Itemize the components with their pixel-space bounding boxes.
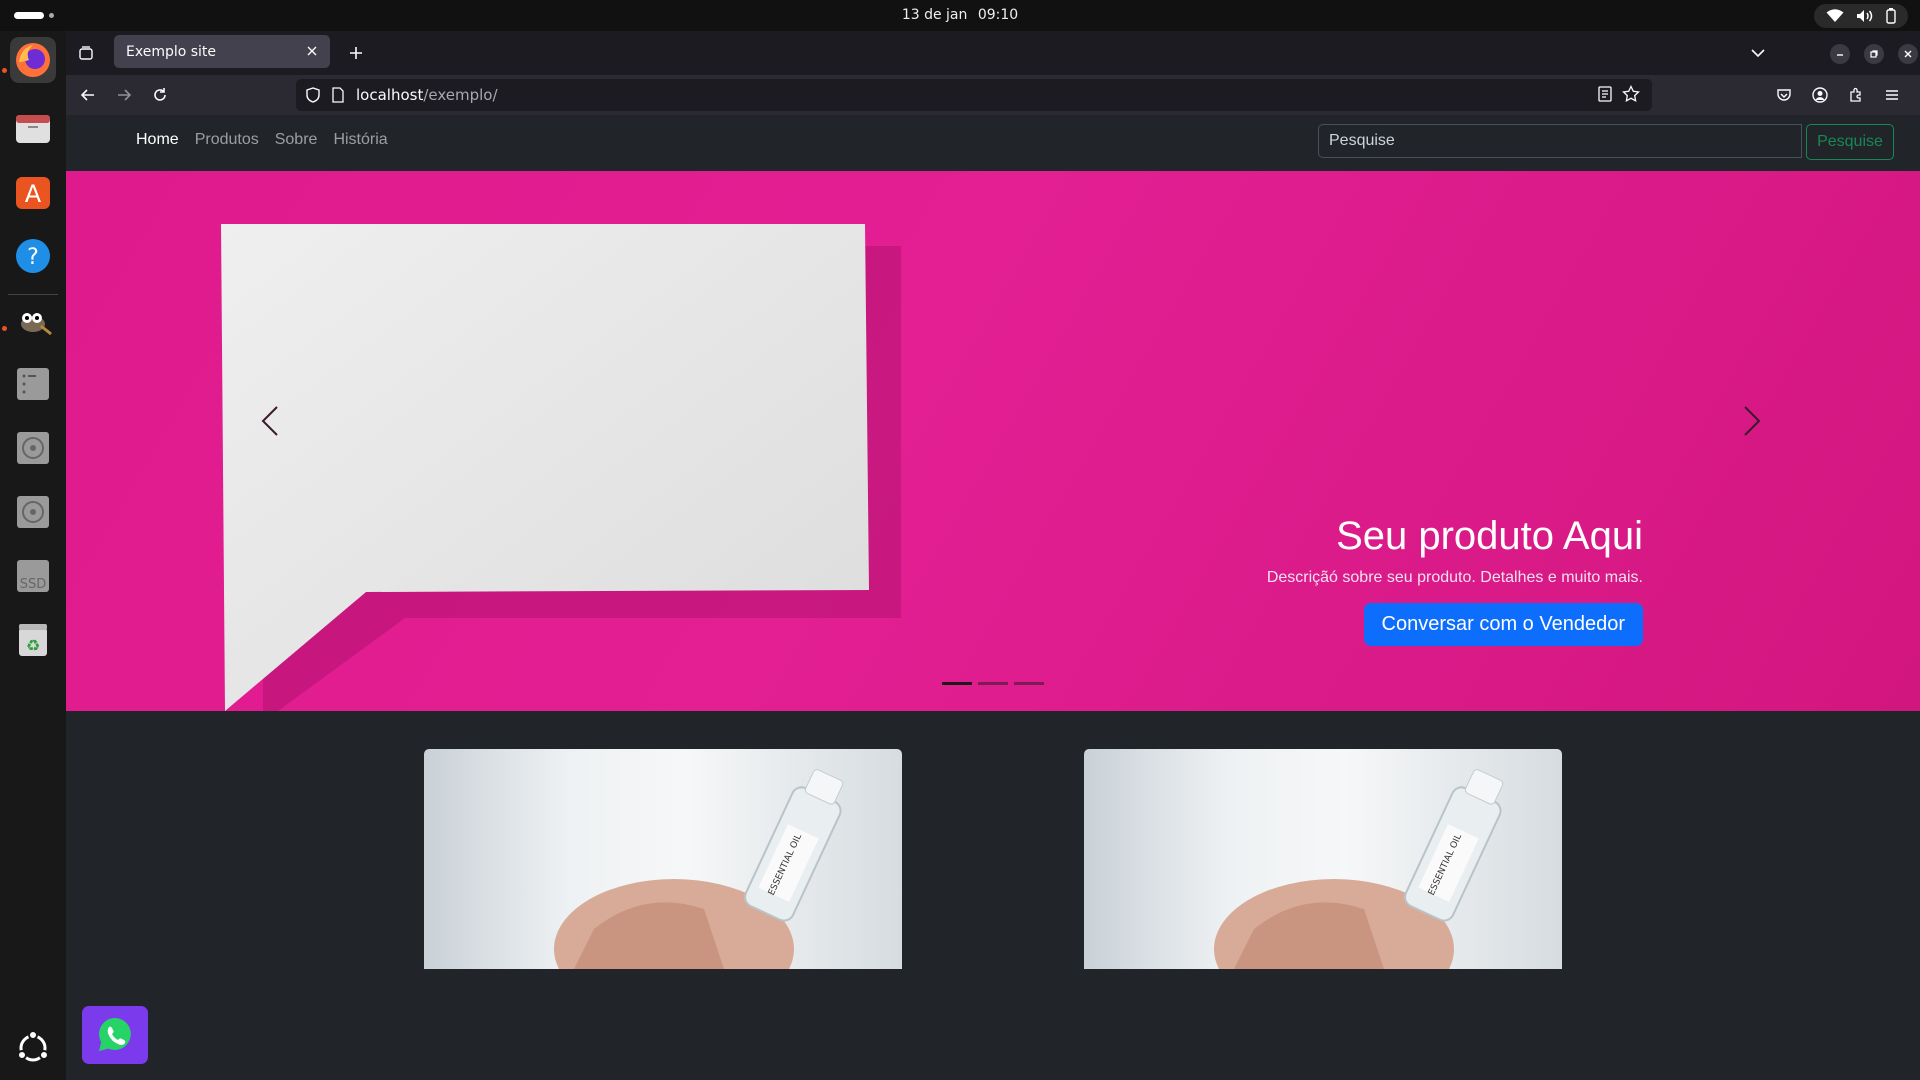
navigation-toolbar: localhost/exemplo/ <box>66 75 1920 115</box>
hero-carousel: Seu produto Aqui Descriçãó sobre seu pro… <box>66 171 1920 711</box>
wifi-icon <box>1826 9 1844 22</box>
files-icon[interactable] <box>10 105 56 151</box>
shield-icon[interactable] <box>306 87 320 103</box>
back-icon[interactable] <box>76 83 100 107</box>
help-icon[interactable]: ? <box>10 233 56 279</box>
svg-text:A: A <box>25 180 42 208</box>
reader-view-icon[interactable] <box>1598 86 1612 102</box>
whatsapp-button[interactable] <box>82 1006 148 1064</box>
web-page: Home Produtos Sobre História Pesquise Pe… <box>66 115 1920 1080</box>
menu-icon[interactable] <box>1880 83 1904 107</box>
reload-icon[interactable] <box>148 83 172 107</box>
chevron-down-icon[interactable] <box>1746 41 1770 65</box>
tab-exemplo-site[interactable]: Exemplo site <box>114 35 330 68</box>
carousel-next-icon[interactable] <box>1732 391 1772 451</box>
nav-link-sobre[interactable]: Sobre <box>275 131 318 149</box>
whatsapp-icon <box>99 1018 131 1051</box>
cd-drive-icon[interactable] <box>10 489 56 535</box>
page-icon <box>332 87 344 103</box>
carousel-prev-icon[interactable] <box>250 391 290 451</box>
svg-text:?: ? <box>27 245 39 270</box>
dock-separator <box>8 294 58 295</box>
running-indicator <box>2 326 7 331</box>
nav-link-produtos[interactable]: Produtos <box>195 131 259 149</box>
site-navbar: Home Produtos Sobre História Pesquise <box>66 115 1920 171</box>
battery-icon <box>1886 8 1896 24</box>
pocket-icon[interactable] <box>1772 83 1796 107</box>
search-button[interactable]: Pesquise <box>1806 124 1894 160</box>
product-card-image[interactable]: ESSENTIAL OIL <box>424 749 902 969</box>
url-path: /exemplo/ <box>423 86 498 104</box>
browser-window: Exemplo site localhost/exemplo/ Home Pro… <box>66 31 1920 1080</box>
close-window-icon[interactable] <box>1898 44 1918 64</box>
carousel-caption: Seu produto Aqui Descriçãó sobre seu pro… <box>1267 514 1643 646</box>
essential-oil-photo: ESSENTIAL OIL <box>554 769 844 969</box>
extensions-icon[interactable] <box>1844 83 1868 107</box>
carousel-indicator-1[interactable] <box>942 682 972 685</box>
date-label: 13 de jan <box>901 7 968 23</box>
volume-icon <box>1857 10 1873 22</box>
restore-icon[interactable] <box>1864 44 1884 64</box>
carousel-title: Seu produto Aqui <box>1336 514 1643 558</box>
new-tab-icon[interactable] <box>344 41 368 65</box>
product-card-image[interactable]: ESSENTIAL OIL <box>1084 749 1562 969</box>
contact-seller-button[interactable]: Conversar com o Vendedor <box>1363 603 1643 646</box>
tab-bar: Exemplo site <box>66 31 1920 75</box>
url-host: localhost <box>356 86 424 104</box>
search-input[interactable] <box>1318 124 1802 158</box>
essential-oil-photo: ESSENTIAL OIL <box>1214 769 1504 969</box>
time-label: 09:10 <box>977 7 1019 23</box>
tab-list-icon[interactable] <box>74 41 98 65</box>
show-apps-icon[interactable] <box>10 1025 56 1071</box>
clock[interactable]: 13 de jan 09:10 <box>0 7 1920 23</box>
account-icon[interactable] <box>1808 83 1832 107</box>
tab-title: Exemplo site <box>126 44 217 60</box>
nav-link-historia[interactable]: História <box>333 131 387 149</box>
svg-text:♻: ♻ <box>26 636 40 655</box>
nav-link-home[interactable]: Home <box>136 131 179 149</box>
running-indicator <box>2 68 7 73</box>
system-top-bar: 13 de jan 09:10 <box>0 0 1920 31</box>
disk-icon[interactable] <box>10 361 56 407</box>
gimp-icon[interactable] <box>10 297 56 343</box>
carousel-description: Descriçãó sobre seu produto. Detalhes e … <box>1266 569 1643 586</box>
speech-bubble-image <box>221 224 901 711</box>
app-center-icon[interactable]: A <box>10 169 56 215</box>
system-tray[interactable] <box>1814 4 1908 28</box>
cd-drive-icon[interactable] <box>10 425 56 471</box>
carousel-indicators <box>942 682 1044 685</box>
nav-links: Home Produtos Sobre História <box>136 131 388 149</box>
url-bar[interactable]: localhost/exemplo/ <box>296 79 1652 111</box>
bookmark-star-icon[interactable] <box>1622 85 1640 103</box>
url-text[interactable]: localhost/exemplo/ <box>356 86 498 104</box>
dock: A ? SSD ♻ <box>0 31 66 1080</box>
carousel-indicator-2[interactable] <box>978 682 1008 685</box>
firefox-icon[interactable] <box>10 37 56 83</box>
ssd-label: SSD <box>20 577 47 592</box>
close-tab-icon[interactable] <box>302 41 322 61</box>
ssd-drive-icon[interactable]: SSD <box>10 553 56 599</box>
minimize-icon[interactable] <box>1830 44 1850 64</box>
forward-icon[interactable] <box>112 83 136 107</box>
carousel-indicator-3[interactable] <box>1014 682 1044 685</box>
trash-icon[interactable]: ♻ <box>10 617 56 663</box>
